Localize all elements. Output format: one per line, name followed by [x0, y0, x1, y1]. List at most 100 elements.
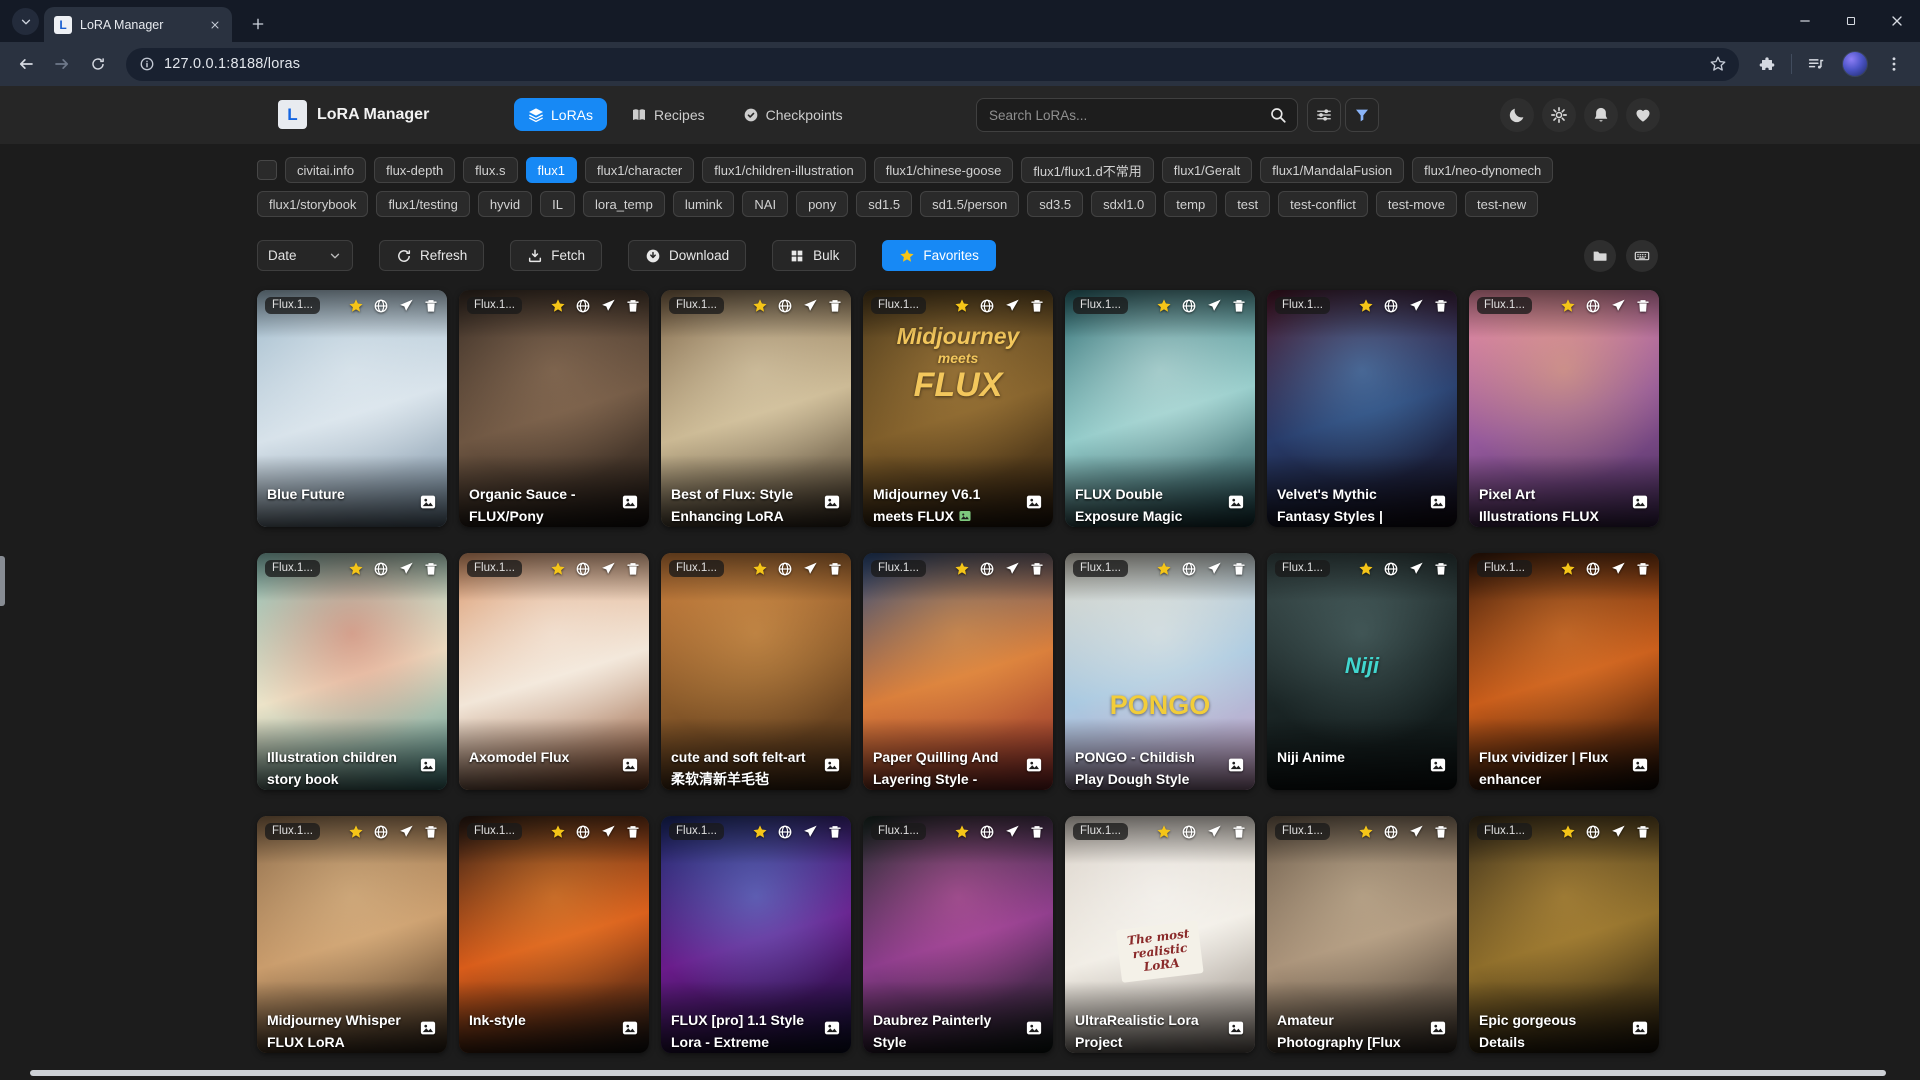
settings-button[interactable] — [1542, 98, 1576, 132]
filter-chip[interactable]: flux1/MandalaFusion — [1260, 157, 1404, 183]
bulk-button[interactable]: Bulk — [772, 240, 856, 271]
filter-chip[interactable]: sd1.5 — [856, 191, 912, 217]
lora-card[interactable]: Flux.1... Pixel Art Illustrations FLUX — [1469, 290, 1659, 527]
favorite-star-icon[interactable] — [348, 298, 364, 314]
civitai-globe-icon[interactable] — [979, 298, 995, 314]
keyboard-shortcuts-button[interactable] — [1626, 240, 1658, 272]
send-icon[interactable] — [802, 824, 818, 840]
favorite-star-icon[interactable] — [1156, 561, 1172, 577]
delete-icon[interactable] — [827, 561, 843, 577]
bookmark-star-icon[interactable] — [1703, 55, 1733, 73]
sort-select[interactable]: Date — [257, 240, 353, 271]
civitai-globe-icon[interactable] — [1383, 824, 1399, 840]
civitai-globe-icon[interactable] — [777, 561, 793, 577]
filter-chip[interactable]: flux1/flux1.d不常用 — [1021, 157, 1153, 183]
extensions-button[interactable] — [1751, 48, 1783, 80]
refresh-button[interactable]: Refresh — [379, 240, 484, 271]
civitai-globe-icon[interactable] — [777, 298, 793, 314]
delete-icon[interactable] — [1231, 298, 1247, 314]
download-button[interactable]: Download — [628, 240, 746, 271]
lora-card[interactable]: Flux.1... Best of Flux: Style Enhancing … — [661, 290, 851, 527]
delete-icon[interactable] — [423, 824, 439, 840]
delete-icon[interactable] — [1635, 561, 1651, 577]
favorite-star-icon[interactable] — [550, 824, 566, 840]
filter-chip[interactable]: test-new — [1465, 191, 1538, 217]
filter-chip[interactable]: pony — [796, 191, 848, 217]
filter-button[interactable] — [1345, 98, 1379, 132]
civitai-globe-icon[interactable] — [1585, 298, 1601, 314]
send-icon[interactable] — [398, 298, 414, 314]
favorite-star-icon[interactable] — [954, 298, 970, 314]
tab-loras[interactable]: LoRAs — [514, 98, 607, 131]
send-icon[interactable] — [1408, 298, 1424, 314]
delete-icon[interactable] — [1029, 298, 1045, 314]
example-images-icon[interactable] — [621, 1019, 639, 1037]
support-button[interactable] — [1626, 98, 1660, 132]
filter-chip[interactable]: sd1.5/person — [920, 191, 1019, 217]
civitai-globe-icon[interactable] — [373, 561, 389, 577]
lora-card[interactable]: Flux.1... Ink-style — [459, 816, 649, 1053]
civitai-globe-icon[interactable] — [373, 298, 389, 314]
filter-chip[interactable]: lumink — [673, 191, 735, 217]
filter-chip[interactable]: test-move — [1376, 191, 1457, 217]
favorite-star-icon[interactable] — [954, 824, 970, 840]
civitai-globe-icon[interactable] — [575, 561, 591, 577]
civitai-globe-icon[interactable] — [1585, 561, 1601, 577]
civitai-globe-icon[interactable] — [979, 824, 995, 840]
civitai-globe-icon[interactable] — [979, 561, 995, 577]
example-images-icon[interactable] — [419, 493, 437, 511]
favorite-star-icon[interactable] — [1358, 824, 1374, 840]
filter-chip[interactable]: flux1/testing — [376, 191, 469, 217]
theme-toggle-button[interactable] — [1500, 98, 1534, 132]
civitai-globe-icon[interactable] — [1181, 298, 1197, 314]
lora-card[interactable]: Flux.1... Velvet's Mythic Fantasy Styles… — [1267, 290, 1457, 527]
delete-icon[interactable] — [1433, 298, 1449, 314]
favorite-star-icon[interactable] — [1156, 298, 1172, 314]
lora-card[interactable]: Flux.1... FLUX [pro] 1.1 Style Lora - Ex… — [661, 816, 851, 1053]
filter-chip[interactable]: flux1/storybook — [257, 191, 368, 217]
example-images-icon[interactable] — [1631, 756, 1649, 774]
lora-card[interactable]: Flux.1... Flux vividizer | Flux enhancer — [1469, 553, 1659, 790]
send-icon[interactable] — [802, 561, 818, 577]
civitai-globe-icon[interactable] — [1585, 824, 1601, 840]
lora-card[interactable]: Flux.1... Daubrez Painterly Style — [863, 816, 1053, 1053]
example-images-icon[interactable] — [1429, 1019, 1447, 1037]
filter-chip[interactable]: NAI — [742, 191, 788, 217]
delete-icon[interactable] — [423, 298, 439, 314]
filter-chip[interactable]: test-conflict — [1278, 191, 1368, 217]
lora-card[interactable]: Flux.1... Epic gorgeous Details — [1469, 816, 1659, 1053]
delete-icon[interactable] — [1433, 561, 1449, 577]
send-icon[interactable] — [398, 824, 414, 840]
tab-close-button[interactable] — [206, 16, 224, 34]
favorite-star-icon[interactable] — [348, 561, 364, 577]
favorite-star-icon[interactable] — [752, 824, 768, 840]
send-icon[interactable] — [398, 561, 414, 577]
send-icon[interactable] — [1206, 561, 1222, 577]
lora-card[interactable]: Flux.1... Organic Sauce - FLUX/Pony — [459, 290, 649, 527]
civitai-globe-icon[interactable] — [1181, 561, 1197, 577]
filter-chip[interactable]: flux.s — [463, 157, 517, 183]
site-info-icon[interactable] — [139, 56, 155, 72]
filter-chip[interactable]: sd3.5 — [1027, 191, 1083, 217]
favorite-star-icon[interactable] — [348, 824, 364, 840]
favorite-star-icon[interactable] — [1560, 824, 1576, 840]
window-minimize-button[interactable] — [1782, 0, 1828, 42]
favorites-button[interactable]: Favorites — [882, 240, 996, 271]
filter-chip[interactable]: flux-depth — [374, 157, 455, 183]
civitai-globe-icon[interactable] — [1383, 561, 1399, 577]
delete-icon[interactable] — [1231, 561, 1247, 577]
favorite-star-icon[interactable] — [550, 298, 566, 314]
filter-chip[interactable]: test — [1225, 191, 1270, 217]
example-images-icon[interactable] — [1227, 756, 1245, 774]
send-icon[interactable] — [1004, 824, 1020, 840]
send-icon[interactable] — [1206, 824, 1222, 840]
lora-card[interactable]: Flux.1... Axomodel Flux — [459, 553, 649, 790]
delete-icon[interactable] — [1029, 561, 1045, 577]
window-close-button[interactable] — [1874, 0, 1920, 42]
address-bar[interactable]: 127.0.0.1:8188/loras — [126, 48, 1739, 81]
horizontal-scrollbar[interactable] — [30, 1070, 1886, 1076]
example-images-icon[interactable] — [823, 756, 841, 774]
delete-icon[interactable] — [625, 561, 641, 577]
delete-icon[interactable] — [1231, 824, 1247, 840]
filter-chip[interactable]: IL — [540, 191, 575, 217]
